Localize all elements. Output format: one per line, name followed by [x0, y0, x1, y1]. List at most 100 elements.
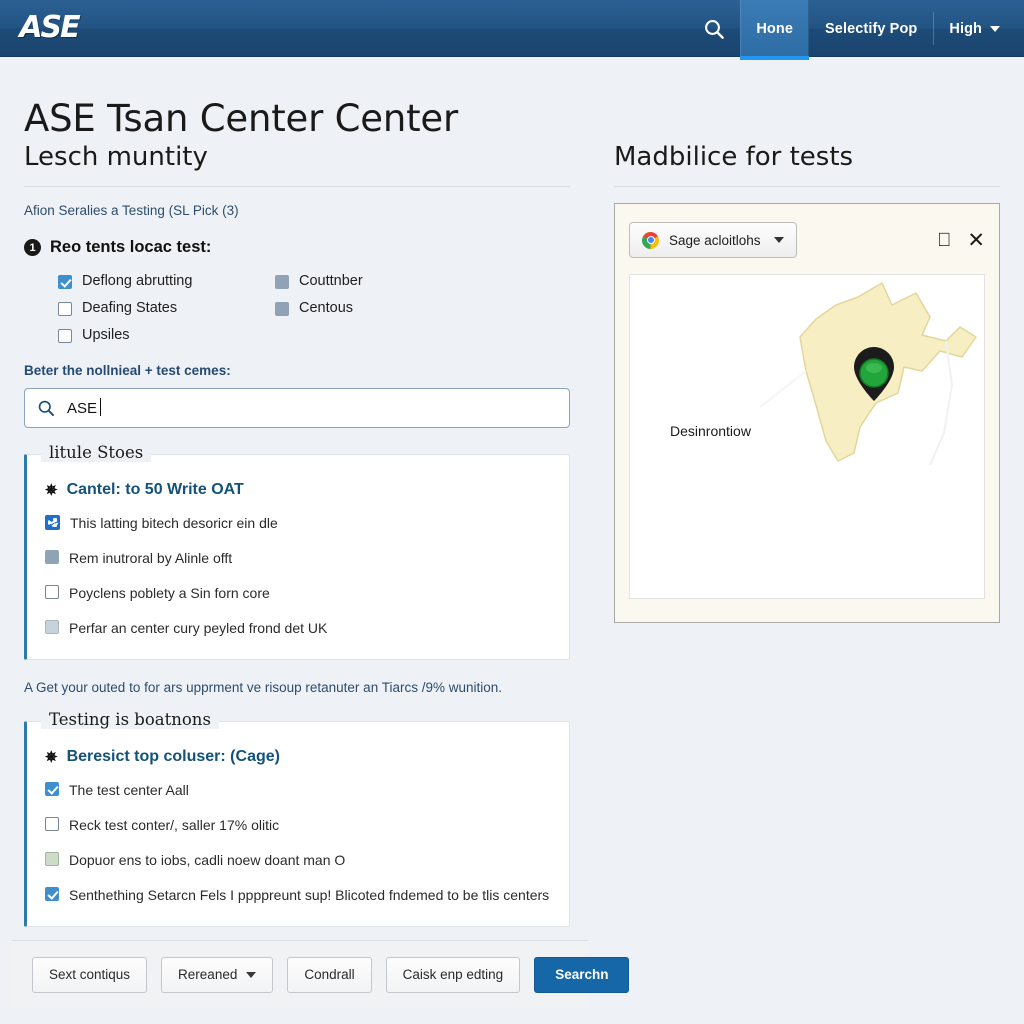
checkbox-box[interactable]: [58, 302, 72, 316]
checkbox-couttnber[interactable]: Couttnber: [275, 273, 570, 289]
checkbox-deafing-states[interactable]: Deafing States: [58, 300, 275, 316]
checkbox-box[interactable]: [58, 329, 72, 343]
checkbox-box[interactable]: [45, 817, 59, 831]
checkbox-label: Deflong abrutting: [82, 273, 193, 289]
condrall-button-label: Condrall: [304, 967, 355, 982]
checkbox-box[interactable]: [45, 620, 59, 634]
results-panel-2-title-label: Beresict top coluser: (Cage): [66, 748, 280, 765]
results-panel-2-legend: Testing is boatnons: [41, 710, 219, 729]
left-hint-text: A Get your outed to for ars upprment ve …: [24, 680, 502, 695]
list-item[interactable]: Reck test conter/, saller 17% olitic: [45, 815, 551, 836]
map-widget: Sage acloitlohs  ✕ Desin: [614, 203, 1000, 623]
star-icon: ✵: [45, 748, 58, 766]
results-panel-2-title[interactable]: ✵ Beresict top coluser: (Cage): [45, 748, 551, 766]
checkbox-grid-spacer: [275, 327, 570, 343]
checkbox-upsiles[interactable]: Upsiles: [58, 327, 275, 343]
list-item[interactable]: Dopuor ens to iobs, cadli noew doant man…: [45, 850, 551, 871]
list-item[interactable]: The test center Aall: [45, 780, 551, 801]
caisk-enp-edting-button-label: Caisk enp edting: [402, 967, 504, 982]
left-subnote: Afion Seralies a Testing (SL Pick (3): [24, 203, 239, 218]
results-panel-2: Testing is boatnons ✵ Beresict top colus…: [24, 710, 570, 927]
list-item[interactable]: Perfar an center cury peyled frond det U…: [45, 618, 551, 639]
checkbox-label: Upsiles: [82, 327, 130, 343]
map-window-actions:  ✕: [937, 230, 985, 251]
search-icon[interactable]: [688, 0, 740, 57]
rereaned-dropdown-button[interactable]: Rereaned: [161, 956, 274, 993]
checkbox-label: Centous: [299, 300, 354, 316]
checkbox-box[interactable]: [45, 550, 59, 564]
chevron-down-icon: [774, 237, 784, 243]
close-icon[interactable]: ✕: [967, 230, 985, 251]
list-item-label: Reck test conter/, saller 17% olitic: [69, 817, 280, 833]
apple-icon[interactable]: : [937, 231, 951, 250]
top-nav-items: Hone Selectify Pop High: [688, 0, 1016, 60]
search-field-label: Beter the nollnieal + test cemes:: [24, 363, 231, 378]
map-canvas[interactable]: Desinrontiow: [629, 274, 985, 599]
list-item-label: Dopuor ens to iobs, cadli noew doant man…: [69, 852, 346, 868]
top-navigation-bar: ASE Hone Selectify Pop High: [0, 0, 1024, 60]
chrome-icon: [642, 231, 659, 249]
nav-item-home[interactable]: Hone: [740, 0, 810, 60]
list-item-label: This latting bitech desoricr ein dle: [70, 515, 278, 531]
checkbox-box[interactable]: [275, 275, 289, 289]
list-item[interactable]: Senthething Setarcn Fels I ppppreunt sup…: [45, 885, 551, 906]
right-section-divider: [614, 186, 1000, 187]
checkbox-box[interactable]: [275, 302, 289, 316]
results-panel-1: litule Stoes ✵ Cantel: to 50 Write OAT T…: [24, 443, 570, 660]
left-section-divider: [24, 186, 570, 187]
search-button-label: Searchn: [555, 967, 609, 982]
caisk-enp-edting-button[interactable]: Caisk enp edting: [385, 956, 521, 993]
map-source-select-label: Sage acloitlohs: [669, 232, 761, 248]
list-item-label: Perfar an center cury peyled frond det U…: [69, 620, 328, 636]
search-button[interactable]: Searchn: [534, 956, 630, 993]
nav-item-high-label: High: [949, 20, 982, 37]
nav-item-high[interactable]: High: [933, 0, 1016, 57]
right-column: Madbilice for tests Sage acloitlohs  ✕: [614, 142, 1000, 623]
checkbox-box[interactable]: [45, 887, 59, 901]
step-label: Reo tents locac test:: [50, 238, 212, 256]
list-item-label: The test center Aall: [69, 782, 189, 798]
rereaned-dropdown-label: Rereaned: [178, 967, 238, 982]
nav-item-selectify-pop[interactable]: Selectify Pop: [809, 0, 933, 57]
checkbox-label: Couttnber: [299, 273, 363, 289]
results-panel-1-legend: litule Stoes: [41, 443, 152, 462]
search-icon: [38, 400, 54, 416]
step-heading: 1 Reo tents locac test:: [24, 238, 570, 257]
map-source-select[interactable]: Sage acloitlohs: [629, 222, 797, 258]
chevron-down-icon: [990, 25, 1000, 32]
checkbox-box[interactable]: [45, 585, 59, 599]
checkbox-box[interactable]: [45, 852, 59, 866]
list-item-label: Rem inutroral by Alinle offt: [69, 550, 233, 566]
checkbox-centous[interactable]: Centous: [275, 300, 570, 316]
checkbox-box[interactable]: [58, 275, 72, 289]
search-input[interactable]: ASE: [24, 388, 570, 428]
chevron-down-icon: [246, 971, 257, 978]
bottom-action-bar: Sext contiqus Rereaned Condrall Caisk en…: [12, 940, 630, 1008]
condrall-button[interactable]: Condrall: [287, 956, 372, 993]
share-icon: [45, 515, 60, 530]
map-toolbar: Sage acloitlohs  ✕: [629, 220, 985, 260]
sext-contiqus-button-label: Sext contiqus: [49, 967, 131, 982]
checkbox-deflong-abrutting[interactable]: Deflong abrutting: [58, 273, 275, 289]
results-panel-1-title[interactable]: ✵ Cantel: to 50 Write OAT: [45, 481, 551, 499]
list-item-label: Senthething Setarcn Fels I ppppreunt sup…: [69, 887, 550, 903]
left-section-title: Lesch muntity: [24, 142, 208, 172]
step-number-badge: 1: [24, 239, 41, 256]
right-section-title: Madbilice for tests: [614, 142, 854, 172]
nav-item-home-label: Hone: [756, 20, 794, 37]
list-item[interactable]: Poyclens poblety a Sin forn core: [45, 583, 551, 604]
list-item[interactable]: Rem inutroral by Alinle offt: [45, 548, 551, 569]
page-title: ASE Tsan Center Center: [24, 96, 458, 140]
results-panel-1-title-label: Cantel: to 50 Write OAT: [66, 481, 244, 498]
sext-contiqus-button[interactable]: Sext contiqus: [32, 956, 148, 993]
map-marker-label: Desinrontiow: [670, 423, 751, 439]
checkbox-box[interactable]: [45, 782, 59, 796]
nav-item-selectify-pop-label: Selectify Pop: [825, 20, 918, 37]
search-input-value: ASE: [67, 397, 102, 417]
list-item-label: Poyclens poblety a Sin forn core: [69, 585, 270, 601]
left-column: Lesch muntity Afion Seralies a Testing (…: [24, 142, 570, 927]
list-item[interactable]: This latting bitech desoricr ein dle: [45, 513, 551, 534]
checkbox-label: Deafing States: [82, 300, 178, 316]
ase-logo[interactable]: ASE: [18, 9, 80, 45]
checkbox-group: Deflong abrutting Couttnber Deafing Stat…: [58, 273, 570, 343]
